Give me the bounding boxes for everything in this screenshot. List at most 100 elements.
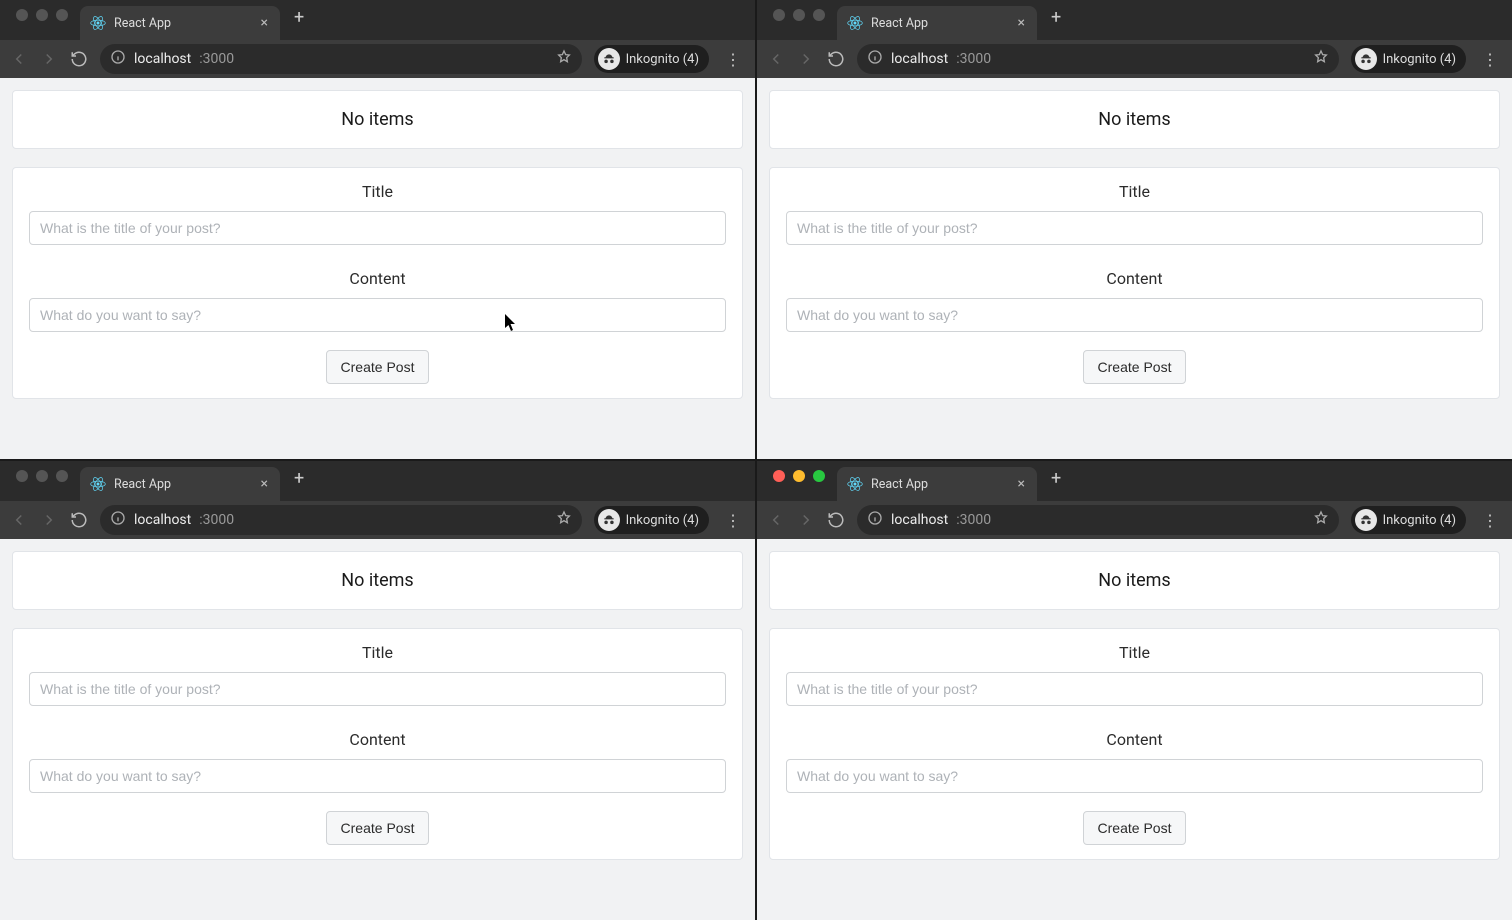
forward-button[interactable]: [797, 50, 815, 68]
react-icon: [90, 476, 106, 492]
back-button[interactable]: [767, 511, 785, 529]
empty-state-text: No items: [29, 105, 726, 134]
content-label: Content: [786, 730, 1483, 749]
page-content: No items Title Content Create Post: [0, 539, 755, 920]
url-port: :3000: [956, 512, 991, 528]
create-post-form: TitleContentCreate Post: [769, 167, 1500, 399]
new-tab-button[interactable]: +: [1043, 7, 1069, 34]
title-input[interactable]: [29, 211, 726, 245]
content-input[interactable]: [29, 298, 726, 332]
incognito-label: Inkognito (4): [626, 513, 699, 528]
content-label: Content: [29, 730, 726, 749]
close-icon[interactable]: ×: [1016, 14, 1027, 32]
site-info-icon[interactable]: [110, 49, 126, 69]
title-input[interactable]: [786, 672, 1483, 706]
bookmark-icon[interactable]: [1313, 510, 1329, 530]
browser-tab[interactable]: React App×: [80, 467, 280, 501]
back-button[interactable]: [767, 50, 785, 68]
browser-tab[interactable]: React App×: [837, 6, 1037, 40]
close-icon[interactable]: ×: [259, 14, 270, 32]
address-bar[interactable]: localhost :3000: [100, 505, 582, 535]
bookmark-icon[interactable]: [556, 49, 572, 69]
create-post-form: Title Content Create Post: [12, 167, 743, 399]
window-traffic-lights[interactable]: [765, 470, 837, 492]
react-icon: [90, 15, 106, 31]
close-icon[interactable]: ×: [1016, 475, 1027, 493]
react-icon: [847, 476, 863, 492]
site-info-icon[interactable]: [867, 510, 883, 530]
window-traffic-lights[interactable]: [765, 9, 837, 31]
reload-button[interactable]: [827, 50, 845, 68]
incognito-label: Inkognito (4): [1383, 513, 1456, 528]
new-tab-button[interactable]: +: [286, 468, 312, 495]
create-post-button[interactable]: Create Post: [326, 350, 430, 384]
create-post-form: Title Content Create Post: [769, 628, 1500, 860]
browser-menu-button[interactable]: ⋮: [1478, 50, 1502, 69]
incognito-icon: [1355, 509, 1377, 531]
back-button[interactable]: [10, 511, 28, 529]
empty-state-card: No items: [769, 90, 1500, 149]
new-tab-button[interactable]: +: [286, 7, 312, 34]
browser-menu-button[interactable]: ⋮: [1478, 511, 1502, 530]
browser-tab[interactable]: React App ×: [837, 467, 1037, 501]
browser-toolbar: localhost :3000 Inkognito (4) ⋮: [757, 40, 1512, 78]
tab-bar: React App×+: [757, 0, 1512, 40]
url-host: localhost: [134, 512, 191, 528]
browser-menu-button[interactable]: ⋮: [721, 511, 745, 530]
browser-toolbar: localhost:3000 Inkognito (4) ⋮: [757, 501, 1512, 539]
bookmark-icon[interactable]: [1313, 49, 1329, 69]
title-label: Title: [29, 643, 726, 662]
url-host: localhost: [891, 51, 948, 67]
window-traffic-lights[interactable]: [8, 9, 80, 31]
browser-toolbar: localhost :3000 Inkognito (4) ⋮: [0, 501, 755, 539]
close-icon[interactable]: ×: [259, 475, 270, 493]
reload-button[interactable]: [70, 50, 88, 68]
url-port: :3000: [199, 51, 234, 67]
content-input[interactable]: [786, 298, 1483, 332]
title-label: Title: [786, 182, 1483, 201]
address-bar[interactable]: localhost:3000: [100, 44, 582, 74]
forward-button[interactable]: [797, 511, 815, 529]
bookmark-icon[interactable]: [556, 510, 572, 530]
page-content: No items TitleContentCreate Post: [757, 78, 1512, 459]
site-info-icon[interactable]: [867, 49, 883, 69]
site-info-icon[interactable]: [110, 510, 126, 530]
incognito-indicator[interactable]: Inkognito (4): [1351, 45, 1466, 73]
tab-title: React App: [114, 16, 251, 31]
url-port: :3000: [199, 512, 234, 528]
content-input[interactable]: [786, 759, 1483, 793]
content-input[interactable]: [29, 759, 726, 793]
browser-toolbar: localhost:3000 Inkognito (4) ⋮: [0, 40, 755, 78]
title-label: Title: [29, 182, 726, 201]
browser-tab[interactable]: React App ×: [80, 6, 280, 40]
title-input[interactable]: [786, 211, 1483, 245]
forward-button[interactable]: [40, 511, 58, 529]
incognito-icon: [1355, 48, 1377, 70]
forward-button[interactable]: [40, 50, 58, 68]
title-input[interactable]: [29, 672, 726, 706]
address-bar[interactable]: localhost :3000: [857, 44, 1339, 74]
url-port: :3000: [956, 51, 991, 67]
empty-state-text: No items: [29, 566, 726, 595]
reload-button[interactable]: [827, 511, 845, 529]
incognito-indicator[interactable]: Inkognito (4): [594, 45, 709, 73]
content-label: Content: [29, 269, 726, 288]
tab-title: React App: [871, 477, 1008, 492]
empty-state-text: No items: [786, 566, 1483, 595]
reload-button[interactable]: [70, 511, 88, 529]
new-tab-button[interactable]: +: [1043, 468, 1069, 495]
empty-state-text: No items: [786, 105, 1483, 134]
address-bar[interactable]: localhost:3000: [857, 505, 1339, 535]
incognito-icon: [598, 48, 620, 70]
incognito-icon: [598, 509, 620, 531]
title-label: Title: [786, 643, 1483, 662]
window-traffic-lights[interactable]: [8, 470, 80, 492]
create-post-button[interactable]: Create Post: [1083, 811, 1187, 845]
incognito-indicator[interactable]: Inkognito (4): [1351, 506, 1466, 534]
browser-menu-button[interactable]: ⋮: [721, 50, 745, 69]
incognito-indicator[interactable]: Inkognito (4): [594, 506, 709, 534]
create-post-button[interactable]: Create Post: [326, 811, 430, 845]
create-post-button[interactable]: Create Post: [1083, 350, 1187, 384]
back-button[interactable]: [10, 50, 28, 68]
empty-state-card: No items: [769, 551, 1500, 610]
